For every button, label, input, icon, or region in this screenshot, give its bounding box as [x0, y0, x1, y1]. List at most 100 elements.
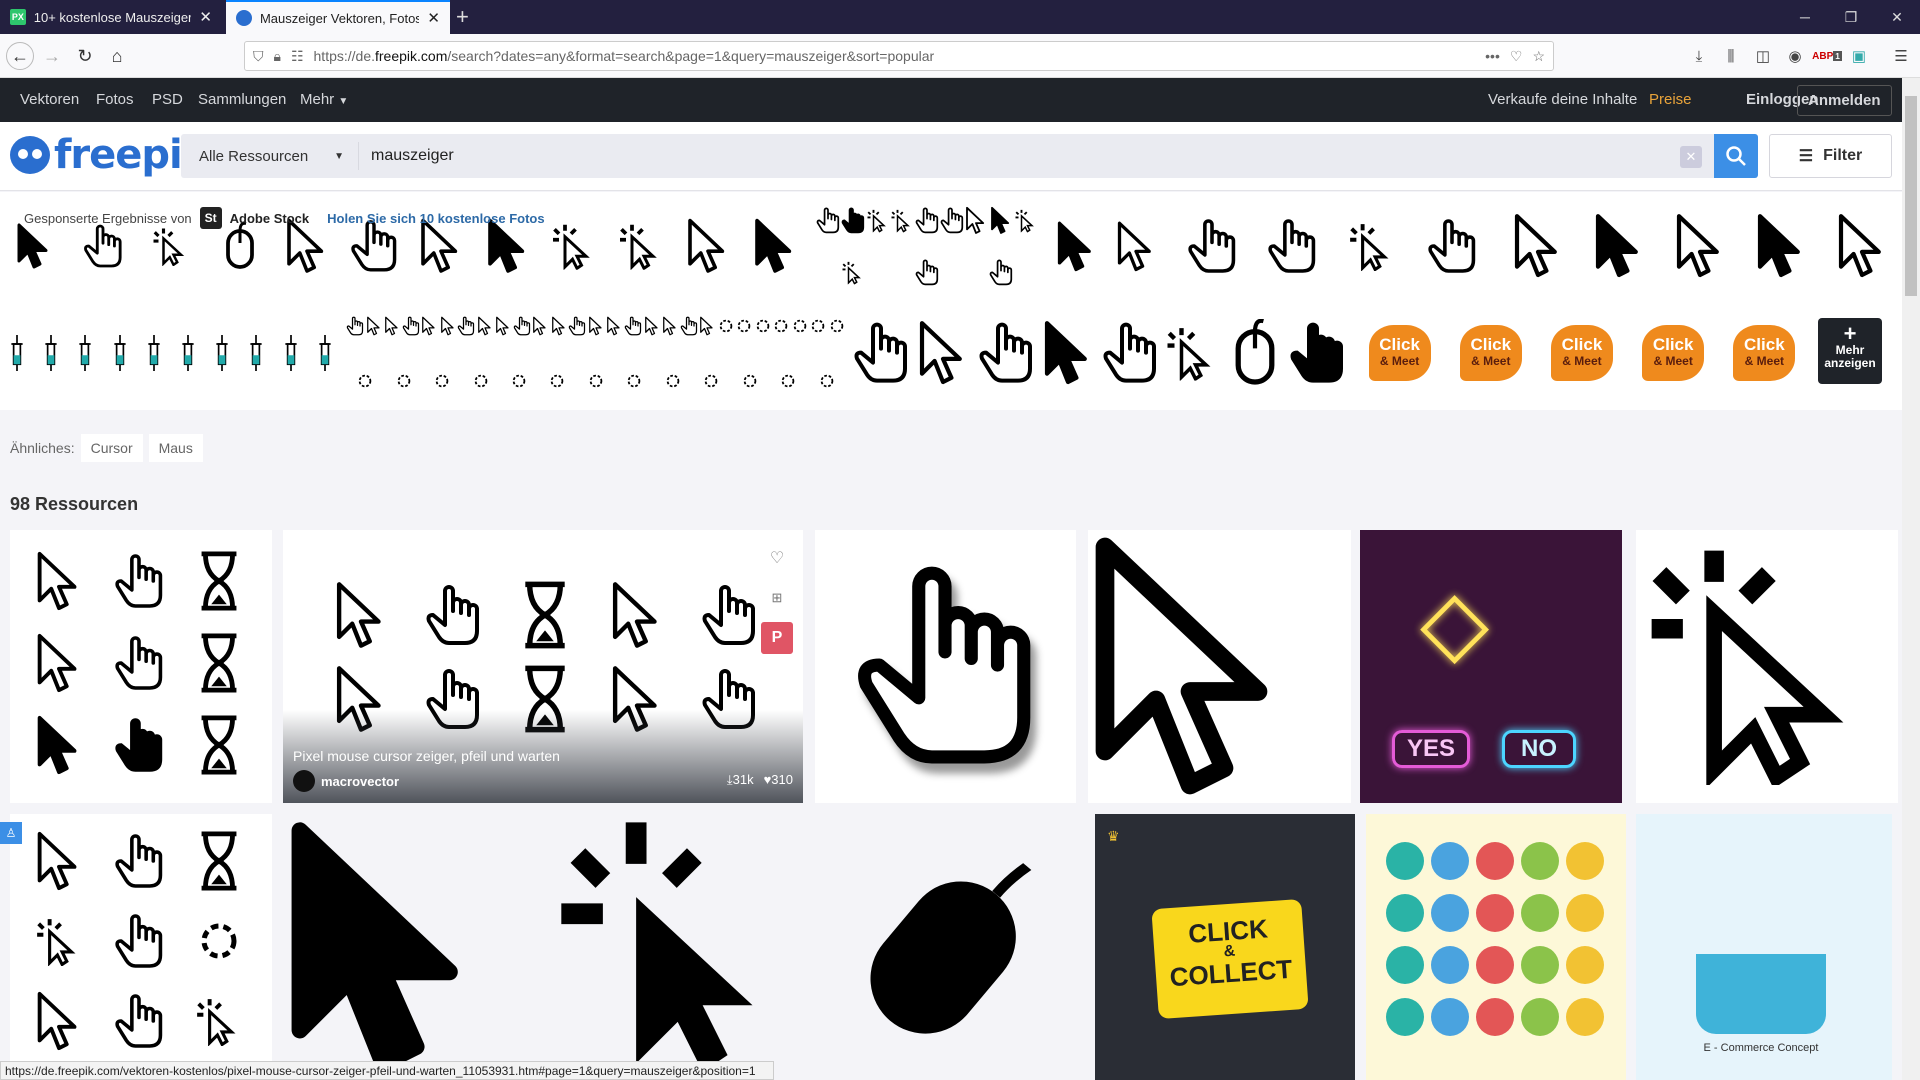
sell-content-link[interactable]: Verkaufe deine Inhalte [1488, 91, 1637, 108]
bookmark-star-icon[interactable]: ☆ [1532, 48, 1545, 65]
click-collect-sign: CLICK & COLLECT [1151, 898, 1309, 1020]
sponsored-tile[interactable] [816, 194, 1038, 298]
freepik-logo[interactable]: freepik [10, 132, 208, 178]
free-photos-link[interactable]: Holen Sie sich 10 kostenlose Fotos [327, 211, 544, 226]
pricing-link[interactable]: Preise [1649, 91, 1692, 108]
filter-button[interactable]: ☰ Filter [1769, 134, 1892, 178]
close-tab-icon[interactable]: ✕ [199, 8, 212, 26]
hourglass-icon [194, 714, 244, 776]
page-actions-icon[interactable]: ••• [1485, 48, 1500, 64]
result-card-click-collect[interactable]: ♛ CLICK & COLLECT [1095, 814, 1355, 1080]
arrow-icon [420, 316, 438, 336]
clear-search-button[interactable]: ✕ [1680, 146, 1702, 168]
hand-icon [701, 580, 757, 650]
app-icon-circle [1566, 894, 1604, 932]
card-title[interactable]: Pixel mouse cursor zeiger, pfeil und war… [293, 748, 560, 764]
pinterest-icon[interactable]: P [761, 622, 793, 654]
reload-button[interactable]: ↻ [71, 42, 99, 70]
arrow-icon [550, 316, 568, 336]
click-icon [34, 910, 84, 972]
result-card[interactable] [1636, 530, 1898, 803]
app-icon-circle [1476, 894, 1514, 932]
menu-icon[interactable]: ☰ [1890, 45, 1912, 67]
sponsored-tile[interactable] [850, 298, 1348, 408]
tag-maus[interactable]: Maus [148, 434, 203, 462]
pocket-icon[interactable]: ♡ [1510, 48, 1523, 65]
extension-icon[interactable]: ▣ [1848, 45, 1870, 67]
app-icon-circle [1386, 946, 1424, 984]
arrow-icon [587, 316, 605, 336]
card-author[interactable]: macrovector [293, 770, 399, 792]
signup-button[interactable]: Anmelden [1797, 85, 1892, 116]
home-button[interactable]: ⌂ [103, 42, 131, 70]
app-icon-circle [1431, 998, 1469, 1036]
maximize-button[interactable]: ❐ [1828, 0, 1874, 34]
nav-mehr[interactable]: Mehr ▼ [300, 91, 348, 108]
browser-tab-pixabay[interactable]: PX 10+ kostenlose Mauszeiger & K ✕ [0, 0, 222, 34]
app-icon-circle [1566, 946, 1604, 984]
sponsored-tile[interactable]: Click & Meet Click & Meet Click & Meet Click & … [1354, 298, 1810, 408]
feedback-icon[interactable]: ♙ [0, 822, 22, 844]
result-card[interactable] [10, 814, 272, 1080]
click-meet-badge: Click & Meet [1459, 325, 1522, 381]
hand-icon [1427, 216, 1477, 276]
like-icon[interactable]: ♡ [761, 542, 793, 574]
arrowb-icon [34, 714, 84, 776]
tag-cursor[interactable]: Cursor [80, 434, 143, 462]
status-bar-link-preview: https://de.freepik.com/vektoren-kostenlo… [0, 1061, 774, 1080]
resource-type-select[interactable]: Alle Ressourcen ▼ [181, 142, 359, 170]
search-button[interactable] [1714, 134, 1758, 178]
large-arrow-cursor-icon [1095, 537, 1268, 795]
app-icon-circle [1431, 842, 1469, 880]
hand-icon [915, 206, 939, 235]
new-tab-button[interactable]: + [456, 4, 469, 30]
circle-icon [433, 371, 451, 391]
library-icon[interactable]: ⫼ [1720, 45, 1742, 67]
sponsored-tile[interactable] [0, 298, 342, 408]
nav-fotos[interactable]: Fotos [96, 91, 134, 108]
result-card-wide[interactable] [283, 814, 1083, 1080]
sponsored-tile[interactable] [346, 298, 846, 408]
sponsored-tile[interactable] [1046, 194, 1166, 298]
result-card[interactable] [1088, 530, 1351, 803]
nav-vektoren[interactable]: Vektoren [20, 91, 79, 108]
app-icon-circle [1521, 946, 1559, 984]
close-tab-icon[interactable]: ✕ [427, 9, 440, 27]
click-icon [890, 206, 914, 235]
nav-sammlungen[interactable]: Sammlungen [198, 91, 286, 108]
nav-psd[interactable]: PSD [152, 91, 183, 108]
results-count: 98 Ressourcen [10, 494, 139, 514]
sponsored-tile[interactable] [1172, 194, 1492, 298]
adblock-icon[interactable]: ABP 1 [1812, 45, 1842, 67]
forward-button[interactable]: → [38, 42, 66, 70]
circle-icon [717, 316, 735, 336]
tracking-shield-icon[interactable]: ⛉ [253, 48, 264, 65]
result-card[interactable] [10, 530, 272, 803]
downloads-count: ⤓31k [726, 772, 754, 787]
card-stats: ⤓31k ♥310 [727, 772, 793, 788]
sidebar-icon[interactable]: ◫ [1752, 45, 1774, 67]
hand-icon [513, 316, 531, 336]
collection-add-icon[interactable]: ⊞ [761, 582, 793, 614]
browser-tab-freepik[interactable]: Mauszeiger Vektoren, Fotos und ✕ [226, 0, 450, 34]
arrow-icon [915, 319, 971, 386]
downloads-icon[interactable]: ⤓ [1688, 45, 1710, 67]
result-card[interactable] [815, 530, 1076, 803]
result-card-app-icons[interactable] [1366, 814, 1626, 1080]
address-bar[interactable]: ⛉ 🔒︎ ☷ https://de.freepik.com/search?dat… [244, 41, 1554, 71]
click-icon [617, 217, 665, 275]
close-window-button[interactable]: ✕ [1874, 0, 1920, 34]
scrollbar-thumb[interactable] [1905, 96, 1917, 296]
sponsored-tile[interactable] [1498, 194, 1902, 298]
result-card-ecommerce[interactable]: E - Commerce Concept [1636, 814, 1892, 1080]
account-icon[interactable]: ◉ [1784, 45, 1806, 67]
permissions-icon[interactable]: ☷ [291, 48, 304, 65]
author-avatar [293, 770, 315, 792]
search-input[interactable]: mauszeiger [359, 147, 454, 165]
minimize-button[interactable]: ─ [1782, 0, 1828, 34]
result-card-neon[interactable]: ◇ YES NO [1360, 530, 1622, 803]
click-icon [866, 206, 890, 235]
back-button[interactable]: ← [6, 42, 34, 70]
lock-icon[interactable]: 🔒︎ [274, 48, 281, 65]
show-more-button[interactable]: + Mehr anzeigen [1818, 318, 1882, 384]
